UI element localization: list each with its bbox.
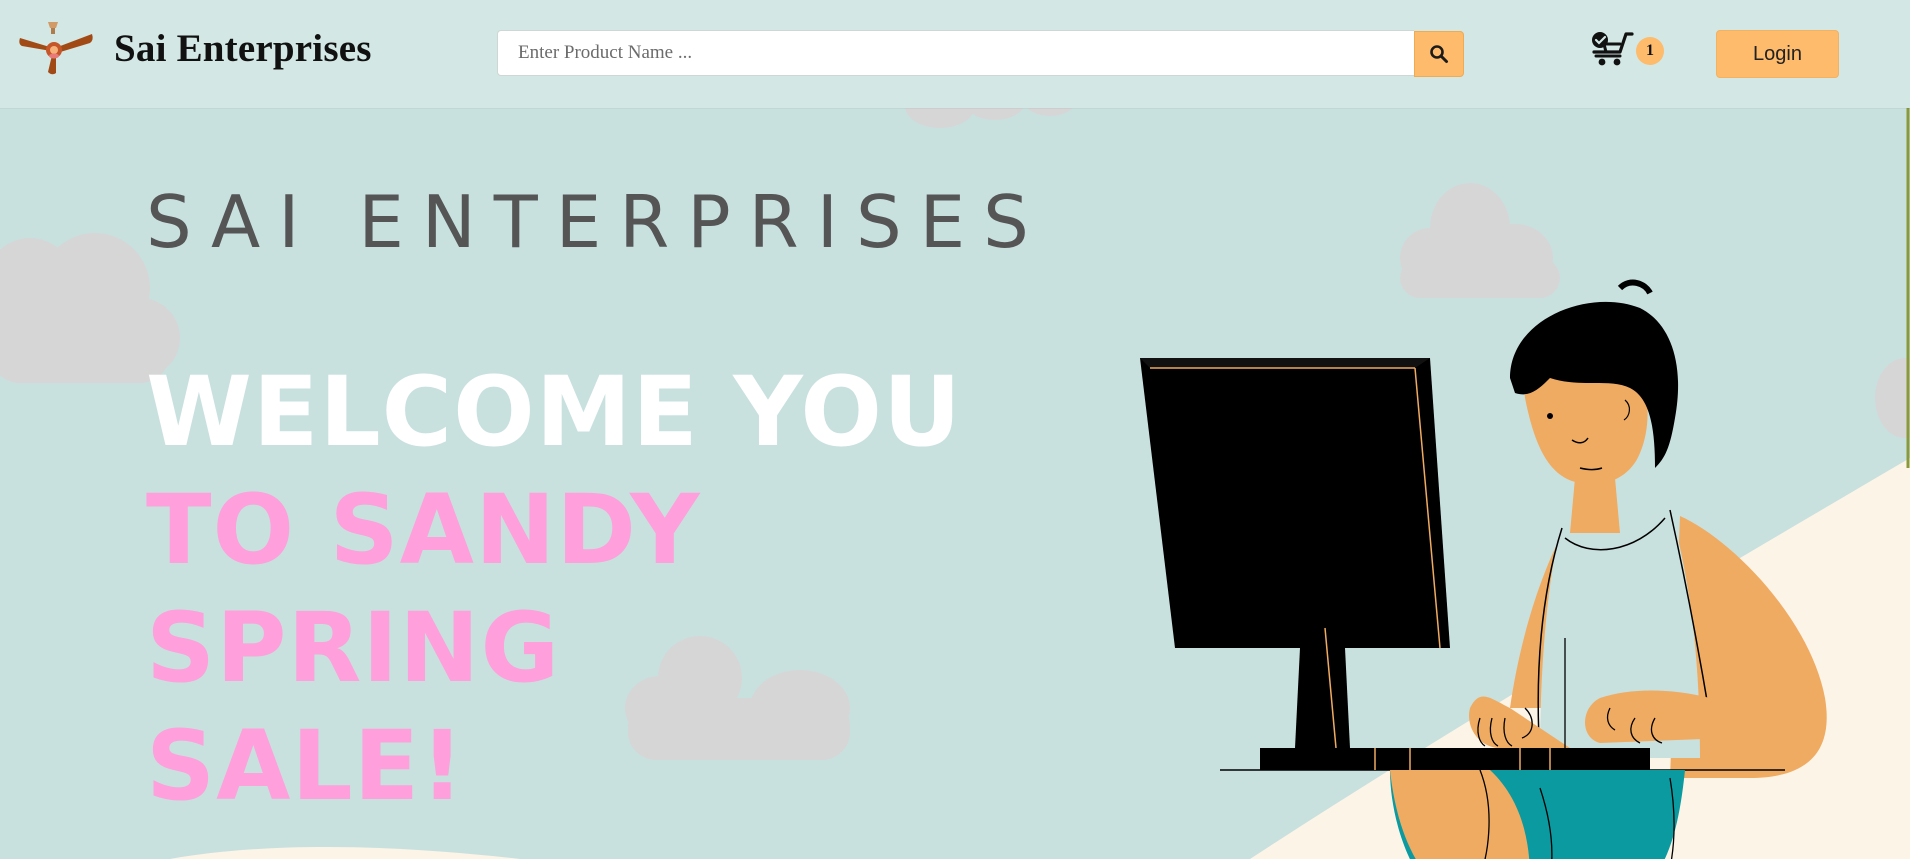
headline-line-2: TO SANDY SPRING bbox=[146, 474, 701, 704]
headline-line-3: SALE! bbox=[146, 710, 465, 822]
cart-button[interactable]: 1 bbox=[1590, 30, 1670, 74]
hero-banner: SAI ENTERPRISES WELCOME YOU TO SANDY SPR… bbox=[0, 108, 1910, 859]
search-icon bbox=[1430, 45, 1448, 63]
login-button[interactable]: Login bbox=[1716, 30, 1839, 78]
search-bar bbox=[497, 30, 1464, 78]
shopping-cart-icon bbox=[1592, 32, 1634, 66]
person-typing-illustration bbox=[1140, 279, 1827, 859]
headline-line-1: WELCOME YOU bbox=[146, 356, 962, 468]
brand[interactable]: Sai Enterprises bbox=[18, 20, 372, 76]
ceiling-fan-icon bbox=[19, 22, 93, 75]
hero-headline: WELCOME YOU TO SANDY SPRING SALE! bbox=[146, 353, 1086, 825]
brand-name: Sai Enterprises bbox=[114, 26, 372, 70]
search-button[interactable] bbox=[1414, 31, 1464, 77]
search-input[interactable] bbox=[497, 30, 1414, 76]
cart-count-badge: 1 bbox=[1636, 37, 1664, 65]
top-navbar: Sai Enterprises 1 Login bbox=[0, 0, 1910, 108]
hero-subtitle: SAI ENTERPRISES bbox=[146, 180, 1047, 264]
